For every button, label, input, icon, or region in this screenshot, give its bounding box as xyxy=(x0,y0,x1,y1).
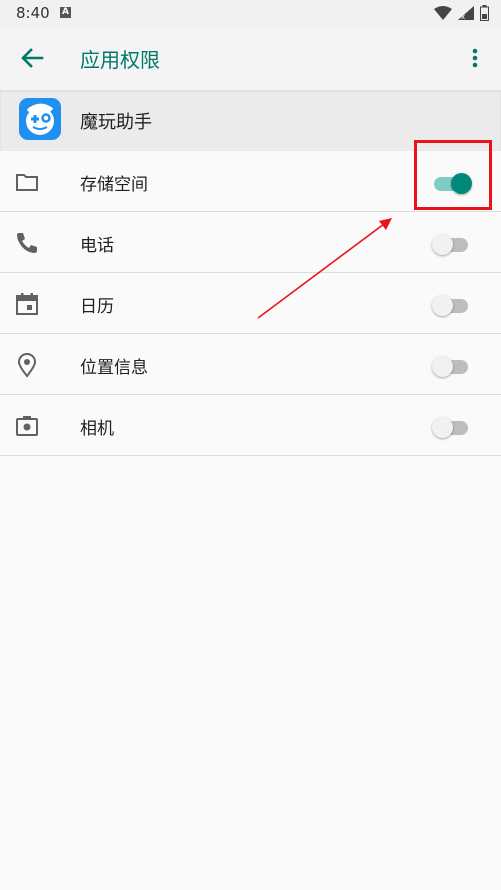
phone-toggle[interactable] xyxy=(432,230,472,256)
more-options-button[interactable] xyxy=(463,44,487,72)
arrow-left-icon xyxy=(21,48,44,68)
phone-icon xyxy=(17,233,37,253)
calendar-toggle[interactable] xyxy=(432,291,472,317)
status-time: 8:40 xyxy=(16,4,50,22)
page-title: 应用权限 xyxy=(80,48,160,72)
app-name: 魔玩助手 xyxy=(80,112,152,133)
camera-icon xyxy=(16,416,38,436)
signal-icon: x xyxy=(458,6,474,20)
location-icon xyxy=(17,353,37,378)
camera-toggle[interactable] xyxy=(432,413,472,439)
calendar-icon xyxy=(16,293,38,315)
back-button[interactable] xyxy=(16,42,48,74)
more-vert-icon xyxy=(472,48,478,68)
notification-badge: A xyxy=(60,7,71,18)
folder-icon xyxy=(16,174,38,191)
permission-row-phone[interactable]: 电话 xyxy=(0,212,501,273)
permission-label: 存储空间 xyxy=(80,175,148,195)
app-logo-icon xyxy=(19,98,61,140)
status-icons: x xyxy=(434,5,489,21)
permission-row-location[interactable]: 位置信息 xyxy=(0,334,501,395)
svg-text:x: x xyxy=(461,13,465,20)
permission-row-camera[interactable]: 相机 xyxy=(0,395,501,456)
permission-label: 相机 xyxy=(80,419,114,439)
permission-row-calendar[interactable]: 日历 xyxy=(0,273,501,334)
highlight-box xyxy=(414,140,492,210)
battery-icon xyxy=(480,5,489,21)
location-toggle[interactable] xyxy=(432,352,472,378)
permission-label: 位置信息 xyxy=(80,358,148,378)
permission-label: 日历 xyxy=(80,297,114,317)
status-bar: 8:40 A x xyxy=(0,0,501,26)
wifi-icon xyxy=(434,6,452,20)
app-bar: 应用权限 xyxy=(0,26,501,90)
permission-label: 电话 xyxy=(80,236,114,256)
